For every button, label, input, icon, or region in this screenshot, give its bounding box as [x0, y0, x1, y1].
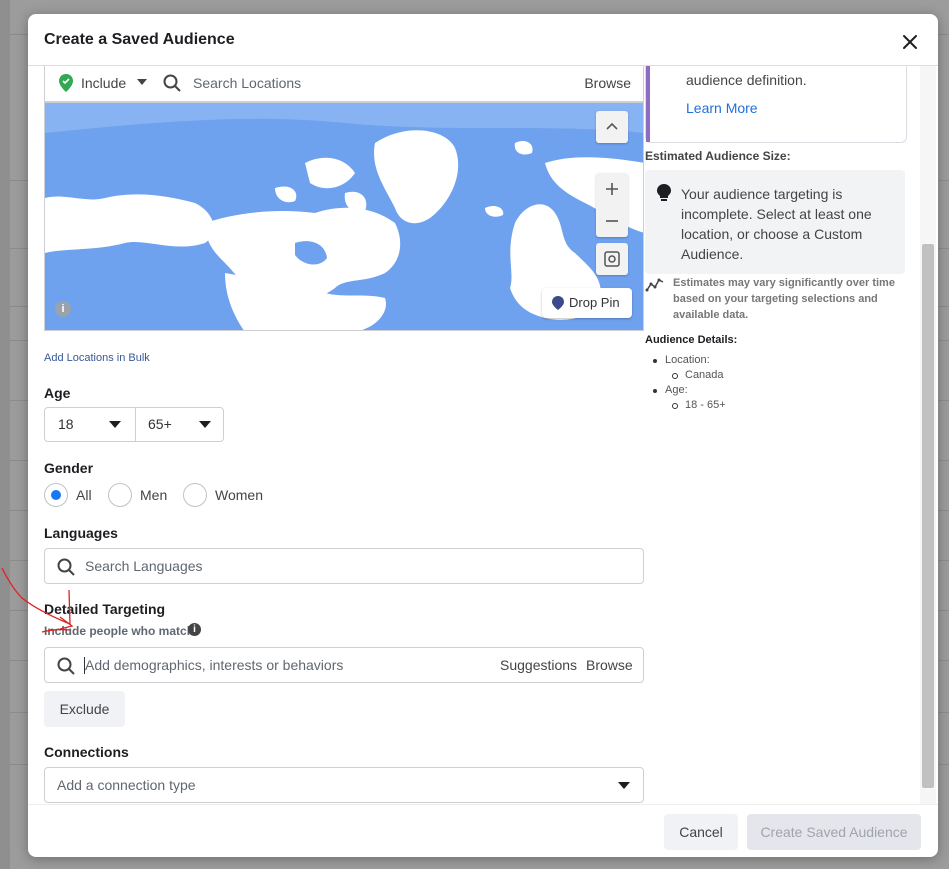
add-locations-bulk-link[interactable]: Add Locations in Bulk: [44, 352, 150, 364]
dialog-scrollbar-thumb[interactable]: [922, 244, 934, 788]
audience-details-title: Audience Details:: [645, 334, 738, 346]
languages-search-input[interactable]: Search Languages: [85, 558, 203, 574]
learn-more-link[interactable]: Learn More: [686, 100, 758, 116]
gender-men-label: Men: [140, 487, 168, 503]
map-locate-button[interactable]: [596, 243, 628, 275]
map-zoom-controls: [596, 173, 628, 237]
estimated-size-title: Estimated Audience Size:: [645, 149, 791, 163]
detail-value: 18 - 65+: [645, 398, 726, 413]
zoom-out-icon[interactable]: [596, 205, 628, 237]
age-divider: [135, 408, 136, 441]
suggestions-button[interactable]: Suggestions: [500, 657, 577, 673]
chevron-down-icon[interactable]: [109, 421, 121, 428]
chevron-up-icon: [606, 122, 618, 130]
locate-icon: [604, 251, 620, 267]
connections-placeholder: Add a connection type: [57, 777, 196, 793]
drop-pin-label: Drop Pin: [569, 295, 620, 310]
search-icon: [57, 657, 75, 675]
lightbulb-icon: [657, 184, 671, 201]
exclude-button[interactable]: Exclude: [44, 691, 125, 727]
languages-label: Languages: [44, 525, 118, 541]
include-dropdown[interactable]: Include: [81, 75, 126, 91]
audience-details-list: Location: Canada Age: 18 - 65+: [645, 353, 726, 413]
location-map[interactable]: Drop Pin i: [44, 102, 644, 331]
gender-label: Gender: [44, 460, 94, 476]
cancel-button[interactable]: Cancel: [664, 814, 738, 850]
estimated-size-message: Your audience targeting is incomplete. S…: [681, 186, 872, 262]
connections-select[interactable]: Add a connection type: [44, 767, 644, 803]
chevron-down-icon[interactable]: [618, 782, 630, 789]
definition-card: audience definition. Learn More: [645, 66, 907, 143]
trend-icon: [645, 278, 664, 292]
gender-women-radio[interactable]: [183, 483, 207, 507]
drop-pin-button[interactable]: Drop Pin: [542, 288, 632, 318]
age-min-select[interactable]: 18: [58, 416, 74, 432]
location-search-bar: Include Search Locations Browse: [44, 66, 644, 102]
detailed-targeting-field[interactable]: Add demographics, interests or behaviors…: [44, 647, 644, 683]
background-page-edge: [0, 0, 10, 869]
connections-label: Connections: [44, 744, 129, 760]
detail-key: Age:: [645, 383, 726, 398]
languages-search-field[interactable]: Search Languages: [44, 548, 644, 584]
gender-all-radio[interactable]: [44, 483, 68, 507]
create-saved-audience-button[interactable]: Create Saved Audience: [747, 814, 921, 850]
location-search-input[interactable]: Search Locations: [193, 75, 301, 91]
zoom-in-icon[interactable]: [596, 173, 628, 205]
detail-value: Canada: [645, 368, 726, 383]
estimate-disclaimer: Estimates may vary significantly over ti…: [673, 277, 895, 321]
chevron-down-icon[interactable]: [199, 421, 211, 428]
close-button[interactable]: [898, 30, 922, 54]
location-browse-button[interactable]: Browse: [584, 75, 631, 91]
age-label: Age: [44, 385, 71, 401]
detail-key: Location:: [645, 353, 726, 368]
definition-text: audience definition.: [686, 72, 807, 88]
map-collapse-button[interactable]: [596, 111, 628, 143]
info-icon[interactable]: i: [188, 623, 201, 636]
map-info-icon[interactable]: i: [55, 301, 71, 317]
location-pin-icon: [59, 74, 73, 92]
close-icon: [903, 35, 917, 49]
targeting-browse-button[interactable]: Browse: [586, 657, 633, 673]
saved-audience-dialog: Create a Saved Audience Include Search L…: [28, 14, 938, 857]
targeting-form: Include Search Locations Browse Drop Pin…: [44, 66, 644, 806]
annotation-arrow: [1, 567, 74, 633]
dialog-header: Create a Saved Audience: [28, 14, 938, 66]
audience-summary-panel: audience definition. Learn More Estimate…: [645, 66, 910, 806]
detailed-targeting-input[interactable]: Add demographics, interests or behaviors: [85, 657, 343, 673]
gender-men-radio[interactable]: [108, 483, 132, 507]
search-icon: [163, 74, 181, 92]
gender-women-label: Women: [215, 487, 263, 503]
dialog-title: Create a Saved Audience: [44, 31, 235, 48]
age-max-select[interactable]: 65+: [148, 416, 172, 432]
gender-all-label: All: [76, 487, 92, 503]
pin-icon: [552, 296, 564, 310]
age-selector: 18 65+: [44, 407, 224, 442]
chevron-down-icon[interactable]: [137, 79, 147, 85]
estimated-size-box: Your audience targeting is incomplete. S…: [645, 170, 905, 274]
dialog-footer: Cancel Create Saved Audience: [28, 804, 938, 857]
card-accent-bar: [646, 66, 650, 142]
